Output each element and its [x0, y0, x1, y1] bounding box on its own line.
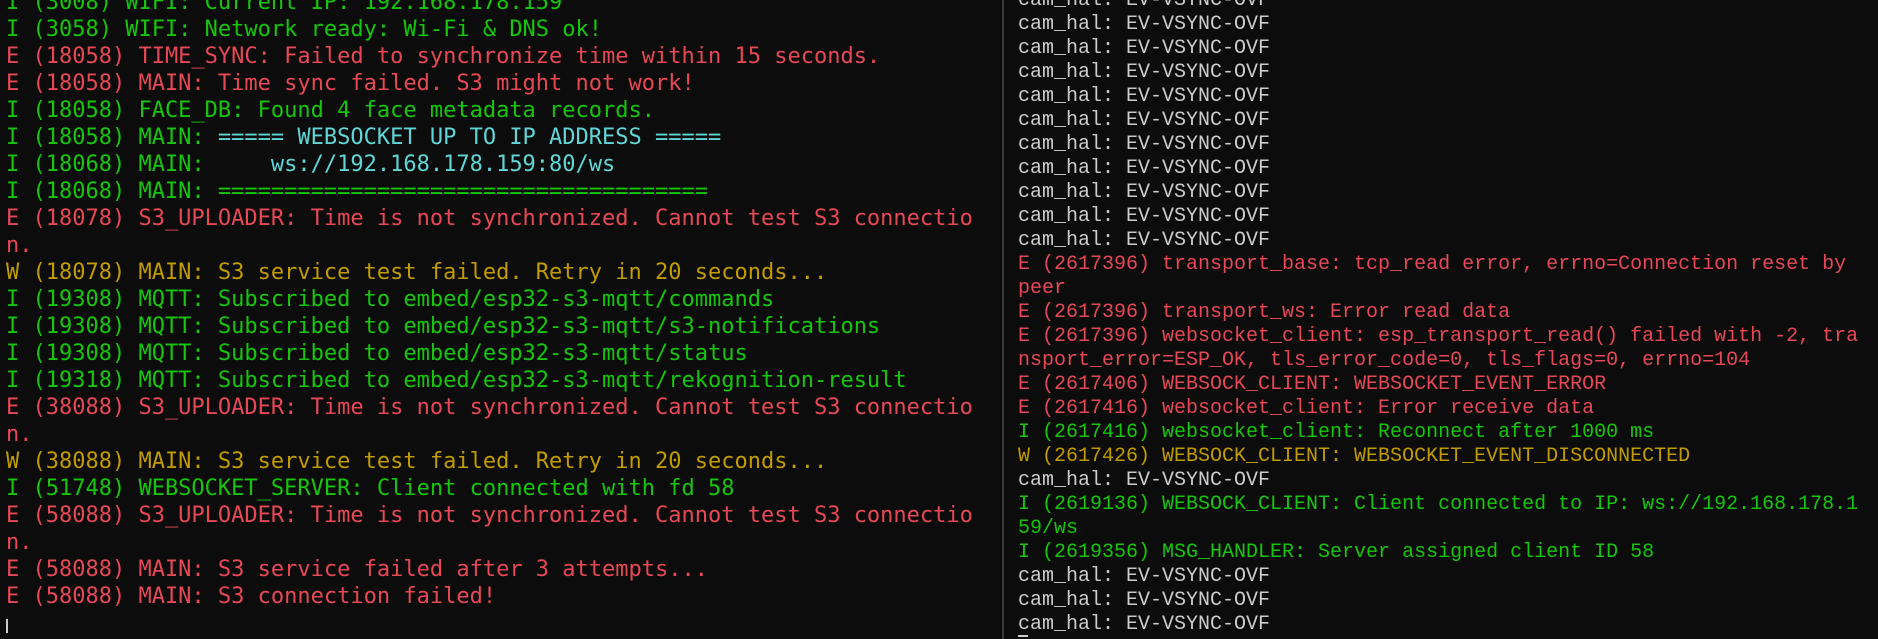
left-log-line: I (51748) WEBSOCKET_SERVER: Client conne…: [6, 475, 996, 502]
log-text: cam_hal: EV-VSYNC-OVF: [1018, 205, 1271, 228]
right-log-line: cam_hal: EV-VSYNC-OVF: [1018, 85, 1868, 109]
right-log-line: cam_hal: EV-VSYNC-OVF: [1018, 469, 1868, 493]
right-log-line: cam_hal: EV-VSYNC-OVF: [1018, 565, 1868, 589]
left-log-line: I (19318) MQTT: Subscribed to embed/esp3…: [6, 367, 996, 394]
log-text: cam_hal: EV-VSYNC-OVF: [1018, 565, 1271, 588]
right-log-line: E (2617396) websocket_client: esp_transp…: [1018, 325, 1868, 373]
left-log-line: I (18058) MAIN: ===== WEBSOCKET UP TO IP…: [6, 124, 996, 151]
log-text: E (58088) MAIN: S3 connection failed!: [6, 584, 497, 609]
log-text: cam_hal: EV-VSYNC-OVF: [1018, 589, 1271, 612]
log-text: cam_hal: EV-VSYNC-OVF: [1018, 181, 1271, 204]
serial-monitor-output-right: cam_hal: EV-VSYNC-OVF cam_hal: EV-VSYNC-O…: [1004, 0, 1868, 637]
log-text: cam_hal: EV-VSYNC-OVF: [1018, 229, 1271, 252]
log-text: cam_hal: EV-VSYNC-OVF: [1018, 61, 1271, 84]
left-log-line: I (19308) MQTT: Subscribed to embed/esp3…: [6, 340, 996, 367]
left-log-line: W (18078) MAIN: S3 service test failed. …: [6, 259, 996, 286]
left-log-line: E (18058) TIME_SYNC: Failed to synchroni…: [6, 43, 996, 70]
log-text: I (19308) MQTT: Subscribed to embed/esp3…: [6, 287, 775, 312]
left-log-line: E (58088) S3_UPLOADER: Time is not synch…: [6, 502, 996, 556]
log-text: W (18078) MAIN: S3 service test failed. …: [6, 260, 828, 285]
right-log-line: I (2617416) websocket_client: Reconnect …: [1018, 421, 1868, 445]
log-text: E (58088) MAIN: S3 service failed after …: [6, 557, 708, 582]
left-log-line: I (3058) WIFI: Network ready: Wi-Fi & DN…: [6, 16, 996, 43]
text-cursor-right: [1018, 635, 1028, 637]
left-log-line: I (18068) MAIN: ws://192.168.178.159:80/…: [6, 151, 996, 178]
log-text: I (2619356) MSG_HANDLER: Server assigned…: [1018, 541, 1655, 564]
right-log-line: cam_hal: EV-VSYNC-OVF: [1018, 37, 1868, 61]
right-log-line: cam_hal: EV-VSYNC-OVF: [1018, 13, 1868, 37]
left-log-line: E (18078) S3_UPLOADER: Time is not synch…: [6, 205, 996, 259]
log-text: I (18068) MAIN:: [6, 152, 218, 177]
right-log-line: E (2617406) WEBSOCK_CLIENT: WEBSOCKET_EV…: [1018, 373, 1868, 397]
log-highlight-text: ===== WEBSOCKET UP TO IP ADDRESS =====: [217, 125, 722, 150]
log-text: I (19308) MQTT: Subscribed to embed/esp3…: [6, 314, 881, 339]
log-text: I (3058) WIFI: Network ready: Wi-Fi & DN…: [6, 17, 603, 42]
right-log-line: cam_hal: EV-VSYNC-OVF: [1018, 181, 1868, 205]
right-log-line: I (2619136) WEBSOCK_CLIENT: Client conne…: [1018, 493, 1868, 541]
left-log-line: W (38088) MAIN: S3 service test failed. …: [6, 448, 996, 475]
log-text: cam_hal: EV-VSYNC-OVF: [1018, 157, 1271, 180]
log-text: E (2617416) websocket_client: Error rece…: [1018, 397, 1595, 420]
log-text: cam_hal: EV-VSYNC-OVF: [1018, 85, 1271, 108]
left-log-line: I (19308) MQTT: Subscribed to embed/esp3…: [6, 286, 996, 313]
log-text: I (18058) FACE_DB: Found 4 face metadata…: [6, 98, 656, 123]
log-text: cam_hal: EV-VSYNC-OVF: [1018, 613, 1271, 636]
log-text: I (18068) MAIN: ========================…: [6, 179, 708, 204]
log-text: cam_hal: EV-VSYNC-OVF: [1018, 109, 1271, 132]
log-text: W (38088) MAIN: S3 service test failed. …: [6, 449, 828, 474]
log-text: E (18058) MAIN: Time sync failed. S3 mig…: [6, 71, 695, 96]
right-log-line: W (2617426) WEBSOCK_CLIENT: WEBSOCKET_EV…: [1018, 445, 1868, 469]
right-log-line: cam_hal: EV-VSYNC-OVF: [1018, 589, 1868, 613]
log-text: E (2617396) transport_ws: Error read dat…: [1018, 301, 1511, 324]
right-log-line: cam_hal: EV-VSYNC-OVF: [1018, 0, 1868, 13]
terminal-pane-left[interactable]: I (3008) WIFI: Current IP: 192.168.178.1…: [0, 0, 1002, 639]
log-text: E (2617396) transport_base: tcp_read err…: [1018, 253, 1859, 300]
log-text: E (2617406) WEBSOCK_CLIENT: WEBSOCKET_EV…: [1018, 373, 1607, 396]
right-log-line: E (2617416) websocket_client: Error rece…: [1018, 397, 1868, 421]
log-highlight-text: ws://192.168.178.159:80/ws: [217, 152, 616, 177]
text-cursor-left: [6, 619, 8, 633]
serial-monitor-output-left: I (3008) WIFI: Current IP: 192.168.178.1…: [0, 0, 996, 610]
log-text: cam_hal: EV-VSYNC-OVF: [1018, 469, 1271, 492]
right-log-line: E (2617396) transport_base: tcp_read err…: [1018, 253, 1868, 301]
right-log-line: cam_hal: EV-VSYNC-OVF: [1018, 61, 1868, 85]
log-text: E (18078) S3_UPLOADER: Time is not synch…: [6, 206, 973, 258]
right-log-line: cam_hal: EV-VSYNC-OVF: [1018, 109, 1868, 133]
log-text: I (19308) MQTT: Subscribed to embed/esp3…: [6, 341, 748, 366]
right-log-line: cam_hal: EV-VSYNC-OVF: [1018, 157, 1868, 181]
log-text: I (51748) WEBSOCKET_SERVER: Client conne…: [6, 476, 735, 501]
left-log-line: E (38088) S3_UPLOADER: Time is not synch…: [6, 394, 996, 448]
log-text: cam_hal: EV-VSYNC-OVF: [1018, 37, 1271, 60]
log-text: E (2617396) websocket_client: esp_transp…: [1018, 325, 1859, 372]
left-log-line: E (58088) MAIN: S3 connection failed!: [6, 583, 996, 610]
log-text: cam_hal: EV-VSYNC-OVF: [1018, 13, 1271, 36]
log-text: I (3008) WIFI: Current IP: 192.168.178.1…: [6, 0, 563, 15]
log-text: E (18058) TIME_SYNC: Failed to synchroni…: [6, 44, 881, 69]
left-log-line: I (19308) MQTT: Subscribed to embed/esp3…: [6, 313, 996, 340]
left-log-line: E (58088) MAIN: S3 service failed after …: [6, 556, 996, 583]
right-log-line: cam_hal: EV-VSYNC-OVF: [1018, 229, 1868, 253]
log-text: I (2619136) WEBSOCK_CLIENT: Client conne…: [1018, 493, 1859, 540]
log-text: I (2617416) websocket_client: Reconnect …: [1018, 421, 1655, 444]
log-text: W (2617426) WEBSOCK_CLIENT: WEBSOCKET_EV…: [1018, 445, 1691, 468]
log-text: I (18058) MAIN:: [6, 125, 218, 150]
right-log-line: E (2617396) transport_ws: Error read dat…: [1018, 301, 1868, 325]
left-log-line: I (18058) FACE_DB: Found 4 face metadata…: [6, 97, 996, 124]
left-log-line: I (3008) WIFI: Current IP: 192.168.178.1…: [6, 0, 996, 16]
log-text: E (38088) S3_UPLOADER: Time is not synch…: [6, 395, 973, 447]
right-log-line: cam_hal: EV-VSYNC-OVF: [1018, 205, 1868, 229]
log-text: cam_hal: EV-VSYNC-OVF: [1018, 133, 1271, 156]
right-log-line: I (2619356) MSG_HANDLER: Server assigned…: [1018, 541, 1868, 565]
right-log-line: cam_hal: EV-VSYNC-OVF: [1018, 613, 1868, 637]
log-text: E (58088) S3_UPLOADER: Time is not synch…: [6, 503, 973, 555]
right-log-line: cam_hal: EV-VSYNC-OVF: [1018, 133, 1868, 157]
log-text: I (19318) MQTT: Subscribed to embed/esp3…: [6, 368, 907, 393]
left-log-line: I (18068) MAIN: ========================…: [6, 178, 996, 205]
log-text: cam_hal: EV-VSYNC-OVF: [1018, 0, 1271, 12]
terminal-pane-right[interactable]: cam_hal: EV-VSYNC-OVF cam_hal: EV-VSYNC-O…: [1004, 0, 1878, 639]
left-log-line: E (18058) MAIN: Time sync failed. S3 mig…: [6, 70, 996, 97]
